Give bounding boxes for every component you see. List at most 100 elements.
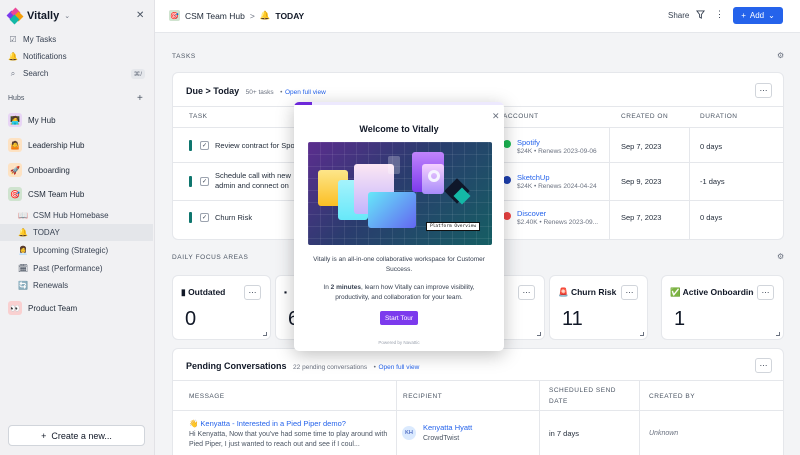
- close-icon[interactable]: ✕: [492, 111, 500, 122]
- gear-icon[interactable]: ⚙: [777, 252, 784, 261]
- add-button[interactable]: + Add ⌄: [733, 7, 783, 24]
- priority-bar: [189, 176, 192, 187]
- add-hub-icon[interactable]: +: [137, 93, 143, 104]
- hub-leadership[interactable]: 🤷 Leadership Hub: [0, 134, 155, 156]
- task-checkbox[interactable]: ✓: [200, 141, 209, 150]
- focus-value: 11: [562, 308, 583, 330]
- resize-handle[interactable]: [776, 332, 780, 336]
- tasks-section-label: TASKS: [172, 53, 196, 60]
- conversations-menu-button[interactable]: ⋯: [755, 358, 772, 373]
- col-created-by: CREATED BY: [649, 393, 696, 400]
- resize-handle[interactable]: [640, 332, 644, 336]
- workspace-switcher[interactable]: Vitally ⌄: [6, 7, 71, 25]
- subitem-csm-hub-homebase[interactable]: 📖 CSM Hub Homebase: [0, 207, 153, 224]
- nav-label: My Tasks: [23, 35, 57, 44]
- breadcrumb-separator: >: [249, 10, 255, 21]
- task-name[interactable]: Review contract for Spotify: [215, 141, 297, 151]
- hub-csm-team[interactable]: 🎯 CSM Team Hub: [0, 183, 155, 205]
- chevron-down-icon: ⌄: [768, 11, 775, 20]
- tasks-menu-button[interactable]: ⋯: [755, 83, 772, 98]
- focus-title: ▮ Outdated: [181, 287, 226, 297]
- focus-menu-button[interactable]: ⋯: [757, 285, 774, 300]
- plus-icon: +: [41, 430, 47, 441]
- focus-emoji: ▮: [181, 287, 186, 297]
- task-checkbox[interactable]: ✓: [200, 213, 209, 222]
- page-title: TODAY: [275, 10, 305, 21]
- col-message: MESSAGE: [189, 393, 225, 400]
- scheduled-date: in 7 days: [549, 429, 580, 438]
- hub-label: Leadership Hub: [28, 140, 85, 150]
- subitem-label: Past (Performance): [33, 264, 103, 273]
- hub-product-team[interactable]: 👀 Product Team: [0, 297, 155, 319]
- subitem-today[interactable]: 🔔 TODAY: [0, 224, 153, 241]
- close-sidebar-icon[interactable]: ✕: [136, 10, 144, 21]
- focus-card-active-onboarding[interactable]: ✅ Active Onboarding ⋯ 1: [661, 275, 784, 340]
- focus-title: 🚨 Churn Risk: [558, 287, 617, 297]
- focus-menu-button[interactable]: ⋯: [621, 285, 638, 300]
- account-name[interactable]: SketchUp: [517, 173, 550, 182]
- subitem-label: CSM Hub Homebase: [32, 211, 109, 220]
- created-on: Sep 7, 2023: [621, 142, 662, 151]
- nav-label: Notifications: [23, 52, 67, 61]
- sidebar: Vitally ⌄ ✕ ☑ My Tasks 🔔 Notifications ⌕…: [0, 0, 155, 455]
- check-square-icon: ☑: [9, 35, 17, 44]
- open-full-view-link[interactable]: Open full view: [378, 364, 419, 371]
- hub-onboarding[interactable]: 🚀 Onboarding: [0, 159, 155, 181]
- vitally-logo: [6, 7, 24, 25]
- hub-my-hub[interactable]: 🧑‍💻 My Hub: [0, 109, 155, 131]
- hub-emoji: 🧑‍💻: [8, 113, 22, 127]
- focus-value: 0: [185, 308, 197, 330]
- message-subject[interactable]: 👋 Kenyatta - Interested in a Pied Piper …: [189, 419, 346, 428]
- subitem-past[interactable]: 🗓 Past (Performance): [0, 260, 153, 277]
- hub-label: Onboarding: [28, 165, 70, 175]
- priority-bar: [189, 212, 192, 223]
- gear-icon[interactable]: ⚙: [777, 51, 784, 60]
- open-full-view-link[interactable]: Open full view: [285, 89, 326, 96]
- modal-title: Welcome to Vitally: [359, 124, 439, 134]
- account-name[interactable]: Spotify: [517, 138, 540, 147]
- task-name[interactable]: Churn Risk: [215, 213, 252, 223]
- hub-emoji: 🤷: [8, 138, 22, 152]
- focus-menu-button[interactable]: ⋯: [518, 285, 535, 300]
- hubs-heading: Hubs: [8, 95, 25, 102]
- focus-menu-button[interactable]: ⋯: [244, 285, 261, 300]
- calendar-icon: 🗓: [18, 264, 29, 273]
- subitem-renewals[interactable]: 🔄 Renewals: [0, 277, 153, 294]
- start-tour-button[interactable]: Start Tour: [380, 311, 418, 325]
- subitem-label: TODAY: [32, 228, 60, 237]
- modal-description: Vitally is an all-in-one collaborative w…: [313, 256, 485, 273]
- nav-search[interactable]: ⌕ Search ⌘/: [0, 65, 155, 82]
- subitem-upcoming[interactable]: 👩‍💼 Upcoming (Strategic): [0, 242, 153, 259]
- focus-title: ✅ Active Onboarding: [670, 287, 754, 297]
- focus-card-outdated[interactable]: ▮ Outdated ⋯ 0: [172, 275, 271, 340]
- nav-notifications[interactable]: 🔔 Notifications: [0, 48, 155, 65]
- nav-my-tasks[interactable]: ☑ My Tasks: [0, 31, 155, 48]
- add-label: Add: [749, 11, 765, 20]
- subitem-label: Upcoming (Strategic): [32, 246, 109, 255]
- share-button[interactable]: Share: [668, 11, 689, 20]
- account-meta: $2.40K • Renews 2023-09...: [517, 219, 599, 226]
- focus-card-churn-risk[interactable]: 🚨 Churn Risk ⋯ 11: [549, 275, 648, 340]
- task-checkbox[interactable]: ✓: [200, 177, 209, 186]
- more-options-icon[interactable]: ⋮: [715, 9, 724, 20]
- breadcrumb-hub[interactable]: CSM Team Hub: [185, 11, 245, 21]
- hub-label: Product Team: [28, 303, 78, 313]
- created-by: Unknown: [649, 430, 679, 437]
- resize-handle[interactable]: [263, 332, 267, 336]
- tour-progress-bar: [294, 102, 504, 105]
- account-logo: [503, 176, 511, 184]
- chevron-down-icon: ⌄: [64, 13, 71, 20]
- subitem-label: Renewals: [32, 281, 69, 290]
- resize-handle[interactable]: [537, 332, 541, 336]
- hub-emoji: 👀: [8, 301, 22, 315]
- plus-icon: +: [741, 11, 746, 20]
- task-name[interactable]: Schedule call with new admin and connect…: [215, 171, 297, 191]
- tour-progress-fill: [294, 102, 313, 105]
- filter-icon[interactable]: [696, 10, 705, 21]
- account-name[interactable]: Discover: [517, 209, 546, 218]
- check-icon: ✅: [670, 287, 681, 297]
- conversations-card: Pending Conversations 22 pending convers…: [172, 348, 784, 455]
- create-new-button[interactable]: + Create a new...: [8, 425, 145, 446]
- siren-icon: 🚨: [558, 287, 569, 297]
- recipient-name[interactable]: Kenyatta Hyatt: [423, 423, 472, 432]
